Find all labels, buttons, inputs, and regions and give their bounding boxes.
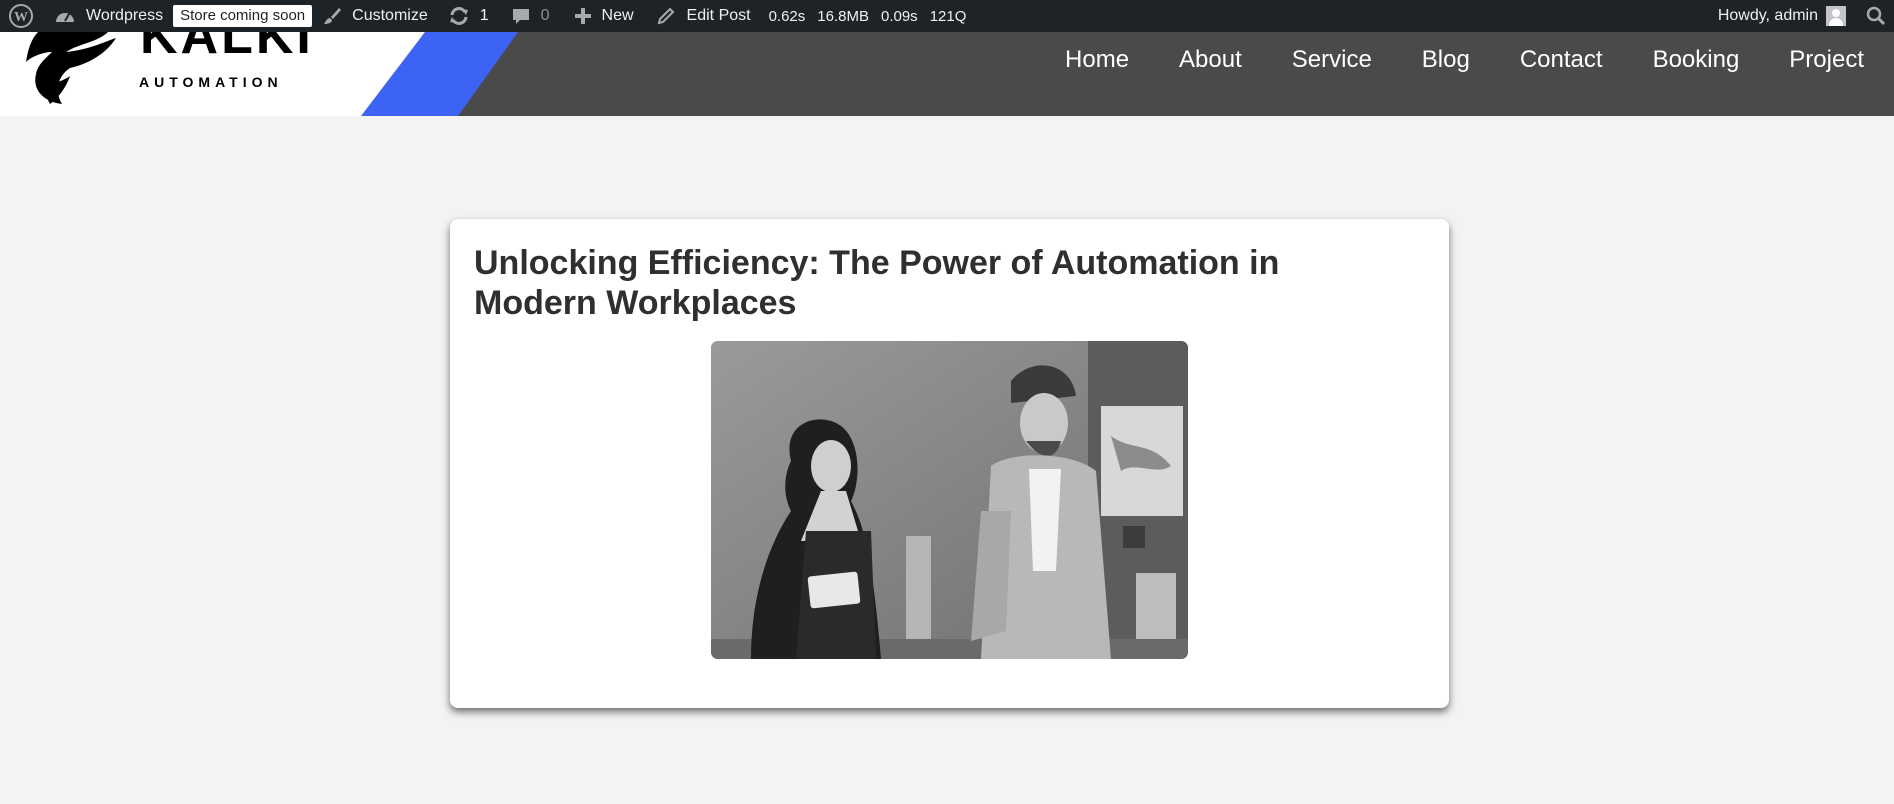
main-navigation: Home About Service Blog Contact Booking … [1065, 32, 1894, 88]
site-logo[interactable]: KALKI AUTOMATION [0, 32, 330, 116]
dashboard-icon [56, 13, 74, 22]
wordpress-logo-icon: W [9, 4, 33, 28]
stat-queries: 121Q [929, 7, 967, 25]
logo-sub-text: AUTOMATION [139, 74, 283, 90]
nav-blog[interactable]: Blog [1422, 46, 1470, 74]
comments-count: 0 [540, 7, 550, 24]
search-icon [1866, 6, 1886, 26]
store-badge-label: Store coming soon [173, 5, 313, 27]
query-monitor-stats[interactable]: 0.62s 16.8MB 0.09s 121Q [769, 0, 967, 32]
nav-project[interactable]: Project [1789, 46, 1864, 74]
site-header: KALKI AUTOMATION Home About Service Blog… [0, 32, 1894, 116]
stat-memory: 16.8MB [817, 7, 869, 25]
store-coming-soon-badge[interactable]: Store coming soon [173, 0, 313, 32]
admin-bar-right: Howdy, admin [1718, 0, 1894, 32]
office-photo-illustration [711, 341, 1188, 659]
svg-text:W: W [14, 10, 28, 25]
edit-post-label: Edit Post [686, 7, 751, 24]
nav-booking[interactable]: Booking [1653, 46, 1740, 74]
updates-icon [449, 7, 468, 25]
customize-label: Customize [352, 7, 428, 24]
site-name: Wordpress [86, 7, 164, 24]
comment-icon [512, 9, 529, 24]
nav-contact[interactable]: Contact [1520, 46, 1603, 74]
updates-link[interactable]: 1 [448, 0, 489, 32]
howdy-label: Howdy, admin [1717, 7, 1818, 24]
brush-icon [324, 8, 342, 24]
logo-brand-text: KALKI [140, 32, 314, 65]
comments-link[interactable]: 0 [511, 0, 550, 32]
admin-bar: W Wordpress Store coming soon Customize … [0, 0, 1894, 32]
updates-count: 1 [479, 7, 489, 24]
admin-search[interactable] [1866, 0, 1886, 32]
kalki-logo-icon [26, 32, 116, 104]
new-label: New [601, 7, 634, 24]
edit-post-link[interactable]: Edit Post [657, 0, 751, 32]
plus-icon [574, 8, 591, 24]
my-account-menu[interactable]: Howdy, admin [1718, 0, 1846, 32]
stat-db-time: 0.09s [880, 7, 918, 25]
nav-about[interactable]: About [1179, 46, 1242, 74]
customize-link[interactable]: Customize [322, 0, 428, 32]
nav-home[interactable]: Home [1065, 46, 1129, 74]
post-card: Unlocking Efficiency: The Power of Autom… [450, 219, 1449, 708]
pencil-icon [657, 7, 674, 25]
nav-service[interactable]: Service [1292, 46, 1372, 74]
avatar-icon [1826, 6, 1846, 26]
site-name-menu[interactable]: Wordpress [54, 0, 163, 32]
new-content-menu[interactable]: New [574, 0, 634, 32]
post-featured-image [711, 341, 1188, 659]
post-title: Unlocking Efficiency: The Power of Autom… [474, 244, 1280, 322]
stat-time: 0.62s [768, 7, 806, 25]
wordpress-menu[interactable]: W [2, 0, 40, 32]
